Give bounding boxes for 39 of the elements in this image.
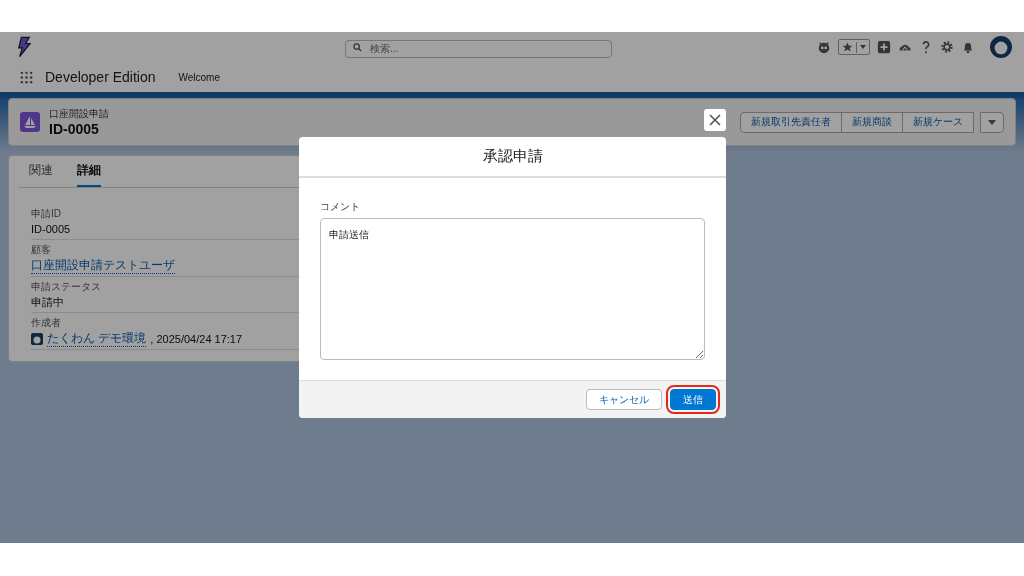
action-button[interactable]: 新規取引先責任者 bbox=[740, 111, 842, 133]
user-avatar-icon bbox=[31, 332, 43, 345]
field-value: ID-0005 bbox=[31, 222, 71, 237]
comment-label: コメント bbox=[320, 200, 361, 214]
object-label: 口座開設申請 bbox=[49, 107, 109, 121]
tab[interactable]: 詳細 bbox=[77, 162, 101, 187]
close-button[interactable] bbox=[704, 109, 726, 131]
app-name: Developer Edition bbox=[45, 69, 156, 85]
favorites-button[interactable] bbox=[838, 39, 870, 55]
plus-icon[interactable] bbox=[877, 40, 891, 54]
user-link[interactable]: たくわん デモ環境 bbox=[47, 330, 147, 347]
field-link[interactable]: 口座開設申請テストユーザ bbox=[31, 257, 175, 274]
nav-tab[interactable]: Welcome bbox=[178, 71, 220, 83]
bell-icon[interactable] bbox=[961, 40, 975, 54]
caret-icon bbox=[988, 119, 996, 125]
close-icon bbox=[709, 114, 721, 126]
field-value: 申請中 bbox=[31, 295, 64, 310]
search-field[interactable]: 検索... bbox=[345, 39, 612, 58]
field-label: 申請ID bbox=[31, 207, 61, 221]
more-actions-button[interactable] bbox=[980, 111, 1004, 133]
action-button[interactable]: 新規商談 bbox=[841, 111, 903, 133]
comment-field[interactable]: 申請送信 bbox=[320, 218, 705, 360]
action-button[interactable]: 新規ケース bbox=[902, 111, 974, 133]
modal-title: 承認申請 bbox=[482, 147, 543, 166]
bolt-logo[interactable] bbox=[17, 36, 31, 58]
field-label: 顧客 bbox=[31, 243, 51, 257]
caret-icon bbox=[857, 45, 869, 49]
settings-icon[interactable] bbox=[940, 40, 954, 54]
robot-face-icon[interactable] bbox=[817, 40, 831, 54]
created-date: , 2025/04/24 17:17 bbox=[150, 331, 243, 347]
tab[interactable]: 関連 bbox=[29, 162, 53, 187]
search-icon bbox=[353, 43, 362, 52]
avatar-icon[interactable] bbox=[990, 36, 1012, 58]
field-label: 申請ステータス bbox=[31, 280, 101, 294]
record-title: ID-0005 bbox=[49, 121, 100, 137]
field-label: 作成者 bbox=[31, 316, 61, 330]
cancel-button[interactable]: キャンセル bbox=[586, 389, 662, 410]
sailboat-icon bbox=[20, 112, 40, 132]
app-launcher-icon[interactable] bbox=[20, 70, 33, 84]
